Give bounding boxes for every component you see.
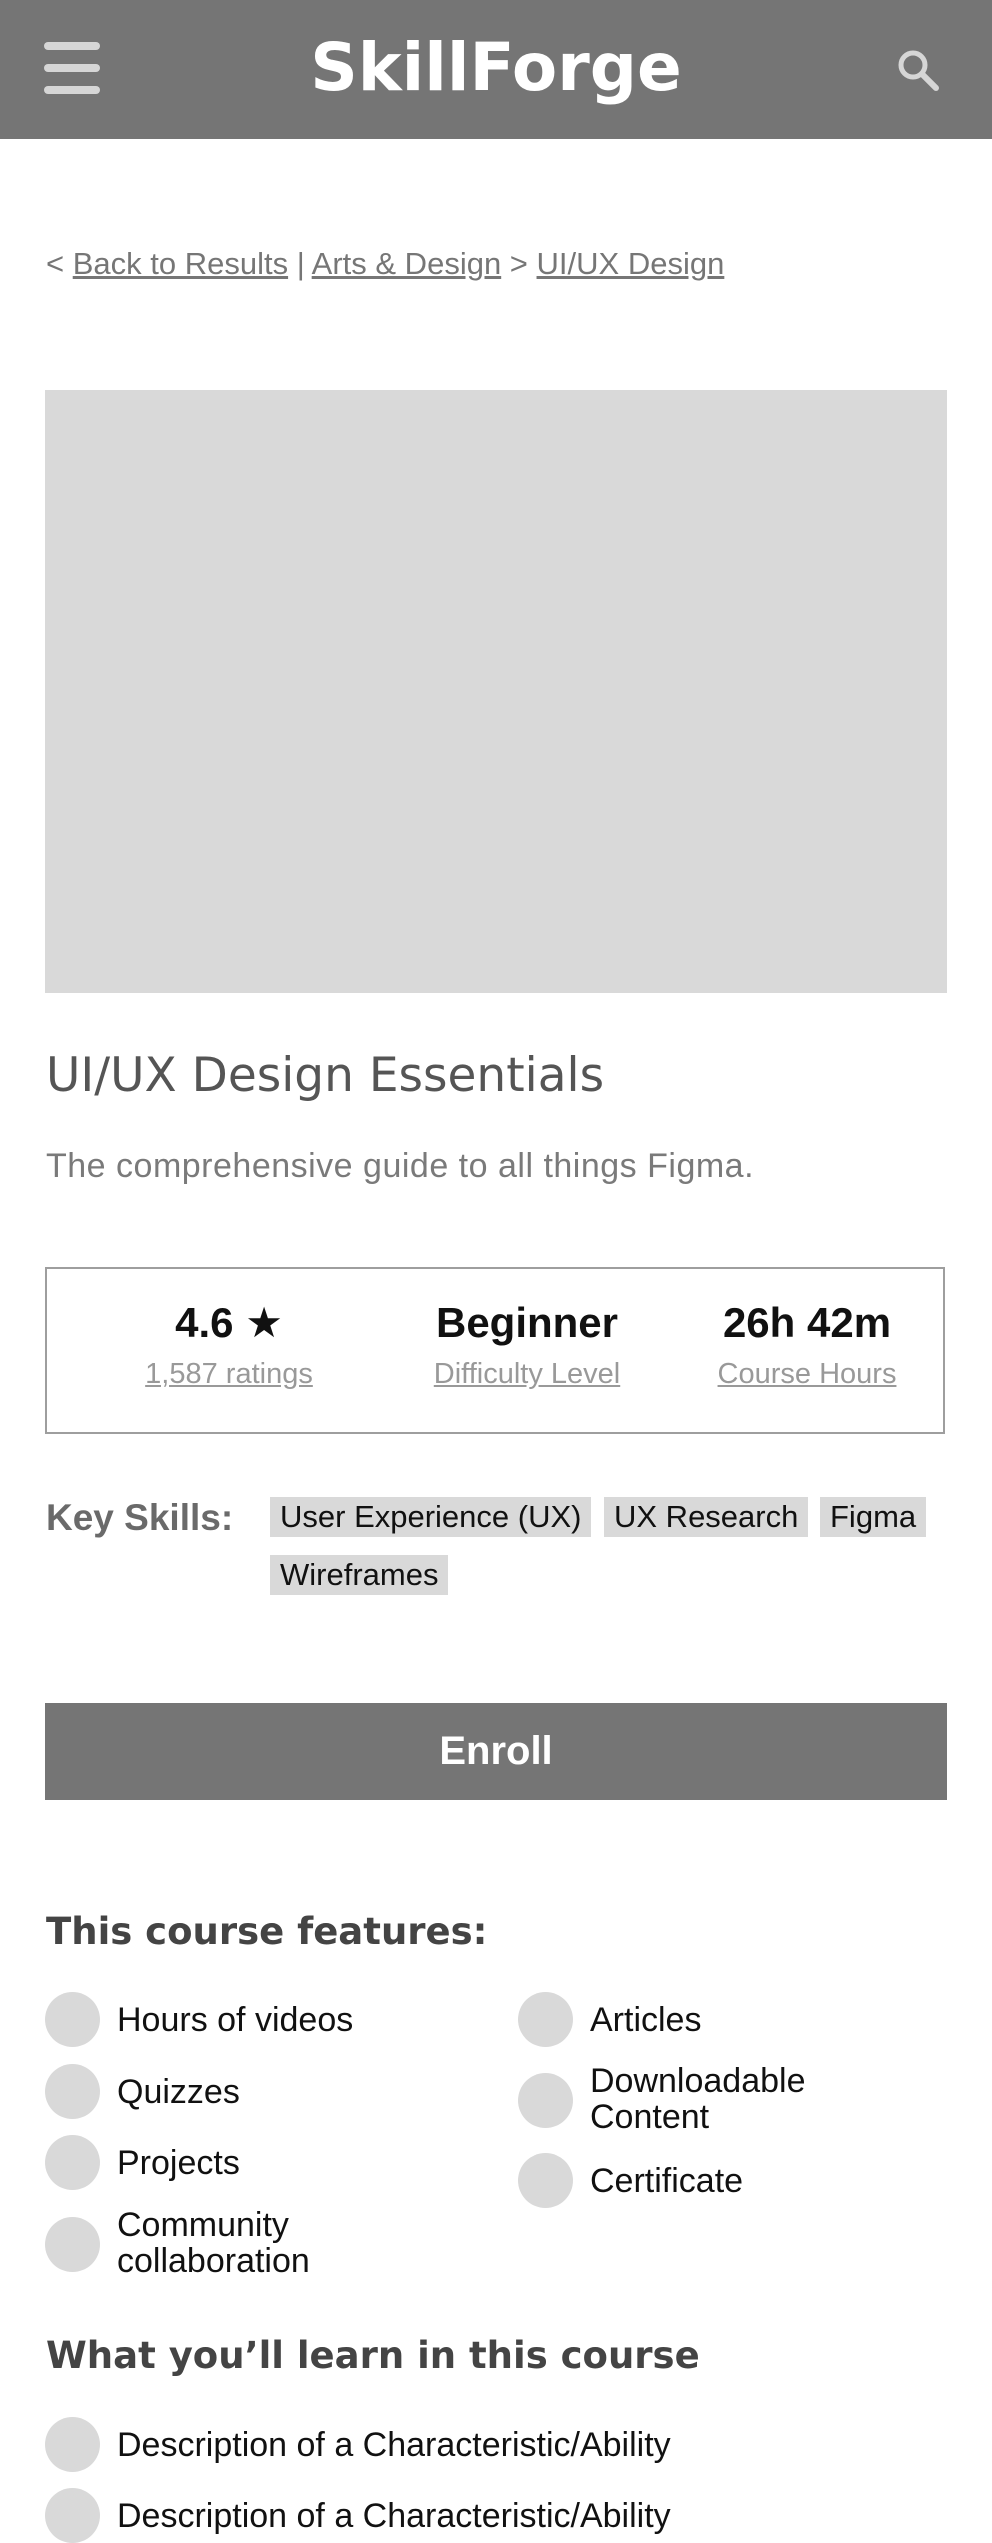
ratings-link[interactable]: 1,587 ratings — [99, 1355, 359, 1393]
search-icon[interactable] — [896, 48, 940, 92]
learn-bullet-icon — [45, 2488, 100, 2543]
brand-logo[interactable]: SkillForge — [0, 22, 992, 114]
hours-value: 26h 42m — [722, 1299, 892, 1346]
learn-heading: What you’ll learn in this course — [46, 2334, 700, 2377]
breadcrumb-category-link[interactable]: Arts & Design — [312, 246, 502, 281]
rating-stat: 4.6 ★ 1,587 ratings — [99, 1297, 359, 1393]
difficulty-label: Difficulty Level — [433, 1358, 621, 1390]
feature-bullet-icon — [45, 2217, 100, 2272]
feature-label: Projects — [117, 2144, 240, 2182]
course-title: UI/UX Design Essentials — [46, 1048, 605, 1103]
feature-label: Hours of videos — [117, 2001, 354, 2039]
feature-label: collaboration — [117, 2242, 310, 2280]
breadcrumb-separator: | — [288, 246, 312, 281]
feature-bullet-icon — [45, 2064, 100, 2119]
feature-bullet-icon — [45, 1992, 100, 2047]
feature-bullet-icon — [45, 2135, 100, 2190]
back-to-results-link[interactable]: Back to Results — [73, 246, 288, 281]
breadcrumb: < Back to Results | Arts & Design > UI/U… — [46, 244, 724, 284]
learn-item-label: Description of a Characteristic/Ability — [117, 2497, 671, 2535]
feature-bullet-icon — [518, 2073, 573, 2128]
feature-label: Community — [117, 2206, 289, 2244]
difficulty-value: Beginner — [435, 1299, 619, 1346]
skill-chip: Wireframes — [270, 1555, 449, 1595]
breadcrumb-separator: > — [501, 246, 537, 281]
course-subtitle: The comprehensive guide to all things Fi… — [46, 1147, 755, 1185]
feature-bullet-icon — [518, 2153, 573, 2208]
skill-chip: Figma — [820, 1497, 927, 1537]
feature-label: Certificate — [590, 2162, 744, 2200]
feature-label: Articles — [590, 2001, 702, 2039]
breadcrumb-subcategory-link[interactable]: UI/UX Design — [537, 246, 725, 281]
learn-item-label: Description of a Characteristic/Ability — [117, 2426, 671, 2464]
breadcrumb-prefix: < — [46, 246, 73, 281]
rating-value: 4.6 ★ — [175, 1299, 283, 1346]
feature-label: Content — [590, 2098, 710, 2136]
hours-stat: 26h 42m Course Hours — [687, 1297, 927, 1393]
skill-chip: User Experience (UX) — [270, 1497, 592, 1537]
feature-bullet-icon — [518, 1992, 573, 2047]
difficulty-stat: Beginner Difficulty Level — [382, 1297, 672, 1393]
course-image-placeholder — [45, 390, 947, 993]
hours-label: Course Hours — [717, 1358, 897, 1390]
course-stats-box: 4.6 ★ 1,587 ratings Beginner Difficulty … — [45, 1267, 945, 1434]
feature-label: Downloadable — [590, 2062, 806, 2100]
enroll-button[interactable]: Enroll — [45, 1703, 947, 1800]
learn-bullet-icon — [45, 2417, 100, 2472]
feature-label: Quizzes — [117, 2073, 240, 2111]
features-heading: This course features: — [46, 1910, 488, 1953]
skill-chip: UX Research — [604, 1497, 809, 1537]
key-skills-label: Key Skills: — [46, 1497, 234, 1538]
